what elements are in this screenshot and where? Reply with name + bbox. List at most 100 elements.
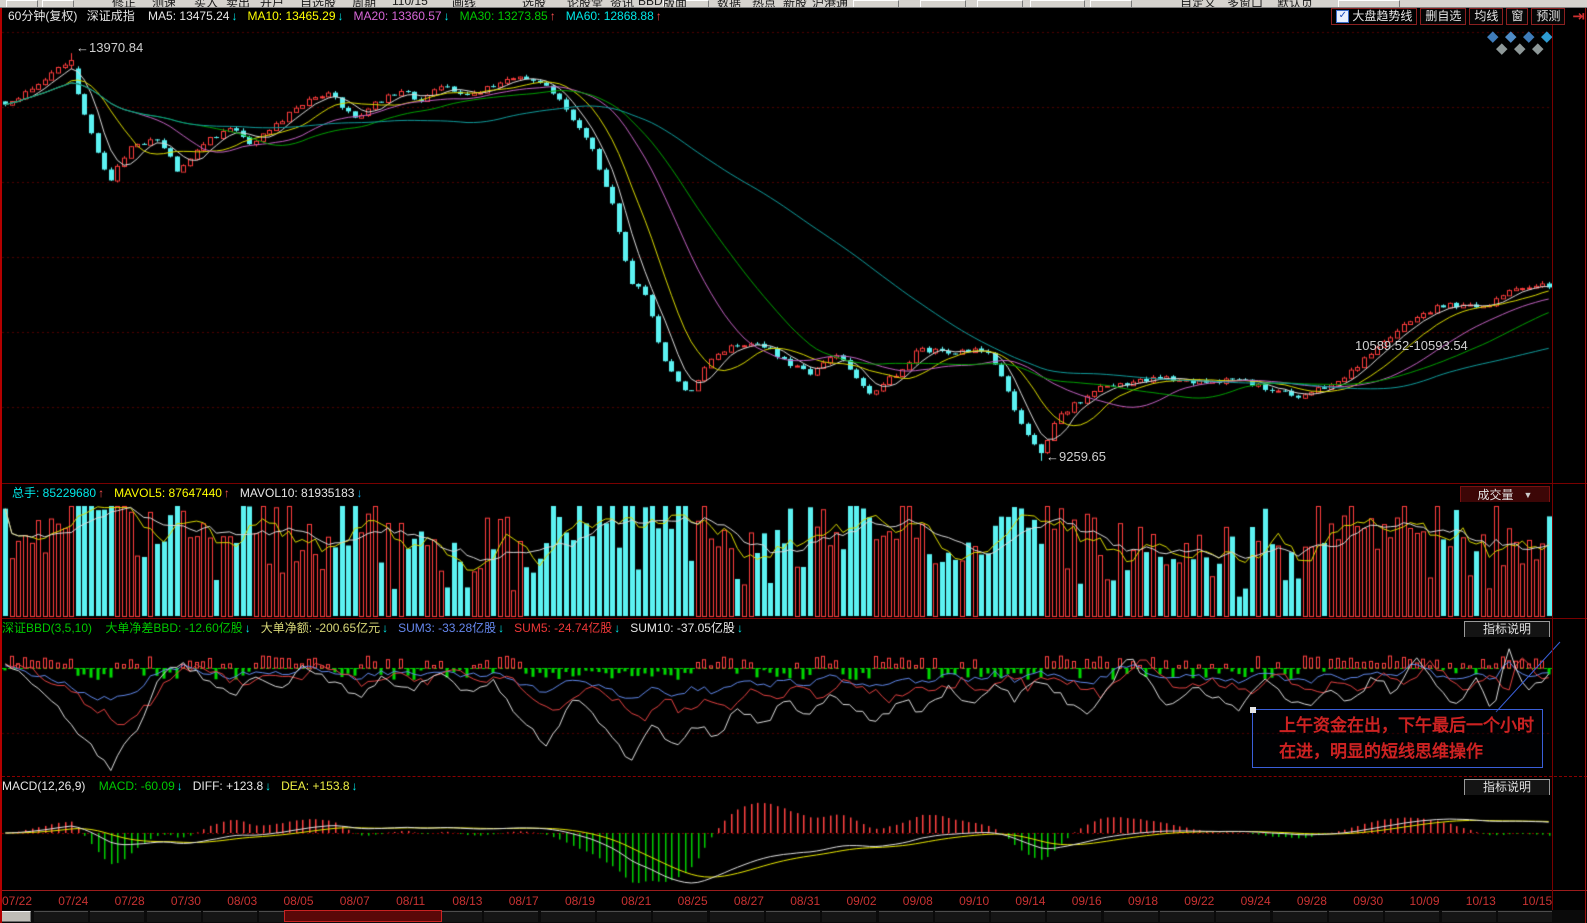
scrollbar-segment[interactable] [203,911,257,922]
next-page-icon[interactable]: ⇥ [1572,8,1585,25]
menu-item[interactable]: 版面 [663,0,687,8]
menu-item[interactable]: 卖出 [226,0,250,8]
trendline-checkbox[interactable]: ✓ 大盘趋势线 [1331,8,1417,25]
menu-item[interactable]: 新股 [783,0,807,8]
scrollbar-thumb[interactable] [284,910,442,922]
kline-chart-canvas[interactable] [2,25,1552,483]
toolbar-button[interactable] [1090,0,1132,8]
macd-value-0: MACD: -60.09 [99,779,175,793]
date-label: 08/27 [734,894,764,908]
forecast-button[interactable]: 预测 [1531,8,1565,25]
date-label: 09/08 [903,894,933,908]
scrollbar-segment[interactable] [1498,911,1552,922]
scrollbar-segment[interactable] [1442,911,1496,922]
scrollbar-segment[interactable] [1047,911,1101,922]
scrollbar-segment[interactable] [1329,911,1383,922]
menu-item[interactable]: 沪港通 [812,0,848,8]
top-menu-bar[interactable]: 修正 测速 买入卖出 开户 自选股 周期 110/15 画线 选股 论股堂资讯 BBD版面 数据 热点新… [0,0,1587,8]
menu-item[interactable]: 画线 [452,0,476,8]
toolbar-button[interactable] [920,0,966,8]
volume-values: 总手: 85229680↑MAVOL5: 87647440↑MAVOL10: 8… [2,486,362,500]
bbd-value-2: SUM3: -33.28亿股 [398,621,496,635]
menu-item[interactable]: 110/15 [392,0,428,8]
scrollbar-segment[interactable] [1385,911,1439,922]
toolbar-button[interactable] [6,0,38,8]
ma-value-2: MA20: 13360.57 [354,9,442,23]
menu-item[interactable]: 自定义 [1180,0,1216,8]
scrollbar-segment[interactable] [1104,911,1158,922]
macd-title[interactable]: MACD(12,26,9) [2,779,85,793]
volume-value-1: MAVOL5: 87647440 [114,486,222,500]
down-arrow-icon: ↓ [338,9,344,23]
date-label: 07/22 [2,894,32,908]
scrollbar-segment[interactable] [766,911,820,922]
scrollbar-segment[interactable] [1273,911,1327,922]
delete-watchlist-button[interactable]: 删自选 [1420,8,1466,25]
scrollbar-segment[interactable] [597,911,651,922]
low-price-label: ←9259.65 [1046,449,1106,464]
scrollbar-segment[interactable] [653,911,707,922]
scrollbar-segment[interactable] [90,911,144,922]
scrollbar-home-button[interactable] [1,911,31,922]
scrollbar-segment[interactable] [1160,911,1214,922]
toolbar-button[interactable] [853,0,899,8]
scrollbar-segment[interactable] [484,911,538,922]
date-label: 08/05 [284,894,314,908]
menu-item[interactable]: 买入 [194,0,218,8]
scrollbar-segment[interactable] [1216,911,1270,922]
menu-item[interactable]: 资讯 [610,0,634,8]
bbd-value-3: SUM5: -24.74亿股 [514,621,612,635]
menu-item[interactable]: 多窗口 [1227,0,1263,8]
macd-value-1: DIFF: +123.8 [193,779,263,793]
bbd-value-4: SUM10: -37.05亿股 [630,621,735,635]
toolbar-button[interactable] [42,0,74,8]
date-label: 07/24 [58,894,88,908]
menu-item[interactable]: 自选股 [300,0,336,8]
scrollbar-segment[interactable] [991,911,1045,922]
down-arrow-icon: ↓ [737,621,743,635]
menu-item[interactable]: 周期 [352,0,376,8]
bbd-title[interactable]: 深证BBD(3,5,10) [2,621,92,635]
menu-item[interactable]: 测速 [152,0,176,8]
toolbar-button[interactable] [1338,0,1400,8]
down-arrow-icon: ↓ [177,779,183,793]
annotation-text-line: 上午资金在出，下午最后一个小时 [1279,713,1542,739]
trendline-label: 大盘趋势线 [1352,8,1412,25]
date-label: 09/30 [1353,894,1383,908]
down-arrow-icon: ↓ [356,486,362,500]
menu-item[interactable]: 默认页 [1277,0,1313,8]
toolbar-button[interactable] [977,0,1023,8]
scrollbar-segment[interactable] [710,911,764,922]
date-label: 09/22 [1184,894,1214,908]
menu-item[interactable]: BBD [638,0,663,8]
menu-item[interactable]: 修正 [112,0,136,8]
menu-item[interactable]: 论股堂 [567,0,603,8]
macd-values: MACD: -60.09↓DIFF: +123.8↓DEA: +153.8↓ [89,779,358,793]
scrollbar-segment[interactable] [822,911,876,922]
ma-settings-button[interactable]: 均线 [1469,8,1503,25]
macd-chart-canvas[interactable] [2,795,1552,890]
scrollbar-segment[interactable] [541,911,595,922]
date-label: 09/10 [959,894,989,908]
scrollbar-segment[interactable] [34,911,88,922]
toolbar-button[interactable] [1030,0,1085,8]
high-price-label: ←13970.84 [76,40,143,55]
date-axis: 07/2207/2407/2807/3008/0308/0508/0708/11… [0,890,1587,910]
menu-item[interactable]: 选股 [522,0,546,8]
period-label[interactable]: 60分钟(复权) [8,9,77,23]
bottom-scrollbar[interactable] [0,910,1587,923]
menu-item[interactable]: 热点 [752,0,776,8]
window-button[interactable]: 窗 [1506,8,1528,25]
annotation-drag-handle[interactable] [1250,707,1256,713]
menu-item[interactable]: 数据 [717,0,741,8]
scrollbar-segment[interactable] [147,911,201,922]
scrollbar-segment[interactable] [879,911,933,922]
scrollbar-segment[interactable] [935,911,989,922]
checkbox-checked-icon[interactable]: ✓ [1336,10,1349,23]
symbol-label[interactable]: 深证成指 [87,9,135,23]
volume-chart-canvas[interactable] [2,502,1552,618]
annotation-box[interactable]: 上午资金在出，下午最后一个小时 在进，明显的短线思维操作 [1252,709,1543,768]
date-label: 08/31 [790,894,820,908]
right-panel-divider [1552,25,1553,910]
menu-item[interactable]: 开户 [260,0,284,8]
